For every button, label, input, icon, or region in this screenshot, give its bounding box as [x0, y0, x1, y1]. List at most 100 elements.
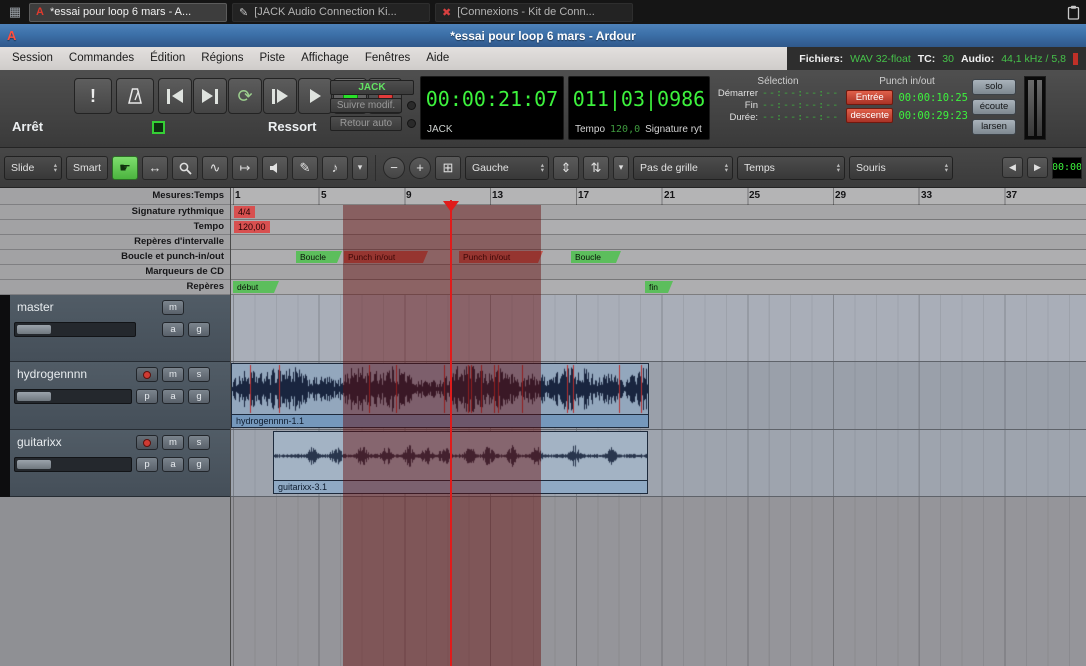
hydrogennnn-mute-button[interactable]: m [162, 367, 184, 382]
goto-start-button[interactable] [158, 78, 192, 114]
audition-tool-button[interactable] [262, 156, 288, 180]
guitarixx-record-button[interactable] [136, 435, 158, 450]
ruler-measures[interactable]: 1 5 9 13 17 21 25 29 33 37 41 [231, 188, 1086, 205]
lane-master[interactable] [231, 295, 1086, 362]
fit-tracks-button[interactable]: ⇕ [553, 156, 579, 180]
ruler-cd-markers[interactable] [231, 265, 1086, 280]
nudge-forward-button[interactable]: ▶ [1027, 157, 1048, 178]
lane-guitarixx[interactable]: guitarixx-3.1 [231, 430, 1086, 497]
edit-mode-combo[interactable]: Slide ▴▾ [4, 156, 62, 180]
taskbar-window-connections[interactable]: ✖ [Connexions - Kit de Conn... [435, 3, 633, 22]
ruler-label-markers[interactable]: Repères [0, 280, 230, 295]
tempo-marker[interactable]: 120,00 [234, 221, 270, 233]
taskbar-window-ardour[interactable]: A *essai pour loop 6 mars - A... [29, 3, 227, 22]
track-height-more-button[interactable]: ▾ [613, 156, 629, 180]
spinner-icon[interactable]: ▴▾ [48, 163, 57, 173]
end-location-marker[interactable]: fin [645, 281, 673, 293]
play-button[interactable] [298, 78, 332, 114]
ruler-label-measures[interactable]: Mesures:Temps [0, 188, 230, 205]
stretch-tool-button[interactable]: ↦ [232, 156, 258, 180]
note-edit-tool-button[interactable]: ♪ [322, 156, 348, 180]
menu-fenetres[interactable]: Fenêtres [357, 47, 418, 70]
master-fader[interactable] [14, 322, 136, 337]
hydrogennnn-group-button[interactable]: g [188, 389, 210, 404]
listen-button[interactable]: écoute [972, 99, 1016, 115]
punch-in-time[interactable]: 00:00:10:25 [898, 92, 968, 104]
zoom-focus-combo[interactable]: Gauche ▴▾ [465, 156, 549, 180]
loop-start-marker[interactable]: Boucle [296, 251, 342, 263]
guitarixx-mute-button[interactable]: m [162, 435, 184, 450]
solo-button[interactable]: solo [972, 79, 1016, 95]
guitarixx-playlist-button[interactable]: p [136, 457, 158, 472]
lane-hydrogennnn[interactable]: hydrogennnn-1.1 [231, 362, 1086, 430]
track-name[interactable]: master [17, 300, 54, 314]
region-hydrogennnn[interactable]: hydrogennnn-1.1 [231, 363, 649, 428]
track-header-guitarixx[interactable]: guitarixx m s p a g [10, 430, 230, 497]
menu-aide[interactable]: Aide [418, 47, 457, 70]
guitarixx-group-button[interactable]: g [188, 457, 210, 472]
draw-tool-button[interactable]: ∿ [202, 156, 228, 180]
playhead[interactable] [450, 200, 452, 666]
canvas-empty-area[interactable] [231, 497, 1086, 666]
spinner-icon[interactable]: ▴▾ [719, 163, 728, 173]
punch-out-time[interactable]: 00:00:29:23 [898, 110, 968, 122]
midi-panic-button[interactable]: ! [74, 78, 112, 114]
punch-in-marker[interactable]: Punch in/out [344, 251, 428, 263]
menu-regions[interactable]: Régions [193, 47, 251, 70]
smart-mode-button[interactable]: Smart [66, 156, 108, 180]
selection-end-value[interactable]: --:--:--:-- [762, 100, 839, 111]
selection-start-value[interactable]: --:--:--:-- [762, 88, 839, 99]
zoom-to-session-button[interactable]: ⊞ [435, 156, 461, 180]
grab-tool-button[interactable]: ☛ [112, 156, 138, 180]
master-automation-button[interactable]: a [162, 322, 184, 337]
punch-out-button[interactable]: descente [846, 108, 893, 123]
feedback-button[interactable]: larsen [972, 119, 1016, 135]
loop-button[interactable]: ⟳ [228, 78, 262, 114]
menu-session[interactable]: Session [4, 47, 61, 70]
guitarixx-solo-button[interactable]: s [188, 435, 210, 450]
taskbar-window-jack[interactable]: ✎ [JACK Audio Connection Ki... [232, 3, 430, 22]
app-launcher-icon[interactable]: ▦ [6, 3, 24, 21]
secondary-clock-value[interactable]: 011|03|0986 [569, 87, 709, 111]
start-location-marker[interactable]: début [233, 281, 279, 293]
zoom-out-button[interactable]: − [383, 157, 405, 179]
hydrogennnn-record-button[interactable] [136, 367, 158, 382]
nudge-back-button[interactable]: ◀ [1002, 157, 1023, 178]
menu-edition[interactable]: Édition [142, 47, 193, 70]
punch-out-marker[interactable]: Punch in/out [459, 251, 543, 263]
sync-source-button[interactable]: JACK [330, 80, 414, 95]
auto-return-button[interactable]: Retour auto [330, 116, 402, 131]
ruler-label-ranges[interactable]: Repères d'intervalle [0, 235, 230, 250]
zoom-in-button[interactable]: + [409, 157, 431, 179]
edit-group-column[interactable] [0, 295, 10, 497]
secondary-clock[interactable]: 011|03|0986 Tempo 120,0 Signature ryt [568, 76, 710, 140]
ruler-loop-punch[interactable]: Boucle Punch in/out Punch in/out Boucle [231, 250, 1086, 265]
spinner-icon[interactable]: ▴▾ [535, 163, 544, 173]
ruler-label-cd-markers[interactable]: Marqueurs de CD [0, 265, 230, 280]
ruler-label-tempo[interactable]: Tempo [0, 220, 230, 235]
punch-in-button[interactable]: Entrée [846, 90, 893, 105]
primary-clock-value[interactable]: 00:00:21:07 [421, 87, 563, 111]
transport-option-led[interactable] [152, 121, 165, 134]
track-header-master[interactable]: master m a g [10, 295, 230, 362]
playhead-marker[interactable] [443, 201, 459, 212]
ruler-location-markers[interactable]: début fin [231, 280, 1086, 295]
grid-mode-combo[interactable]: Pas de grille ▴▾ [633, 156, 733, 180]
ruler-label-signature[interactable]: Signature rythmique [0, 205, 230, 220]
spinner-icon[interactable]: ▴▾ [939, 163, 948, 173]
menu-commandes[interactable]: Commandes [61, 47, 142, 70]
menu-affichage[interactable]: Affichage [293, 47, 357, 70]
master-group-button[interactable]: g [188, 322, 210, 337]
menu-piste[interactable]: Piste [252, 47, 294, 70]
hydrogennnn-automation-button[interactable]: a [162, 389, 184, 404]
primary-clock[interactable]: 00:00:21:07 JACK [420, 76, 564, 140]
ruler-label-loop-punch[interactable]: Boucle et punch-in/out [0, 250, 230, 265]
follow-edits-button[interactable]: Suivre modif. [330, 98, 402, 113]
shrink-tracks-button[interactable]: ⇅ [583, 156, 609, 180]
track-name[interactable]: guitarixx [17, 435, 62, 449]
pencil-tool-button[interactable]: ✎ [292, 156, 318, 180]
time-signature-marker[interactable]: 4/4 [234, 206, 255, 218]
selection-duration-value[interactable]: --:--:--:-- [762, 112, 839, 123]
snap-unit-combo[interactable]: Temps ▴▾ [737, 156, 845, 180]
zoom-tool-button[interactable] [172, 156, 198, 180]
